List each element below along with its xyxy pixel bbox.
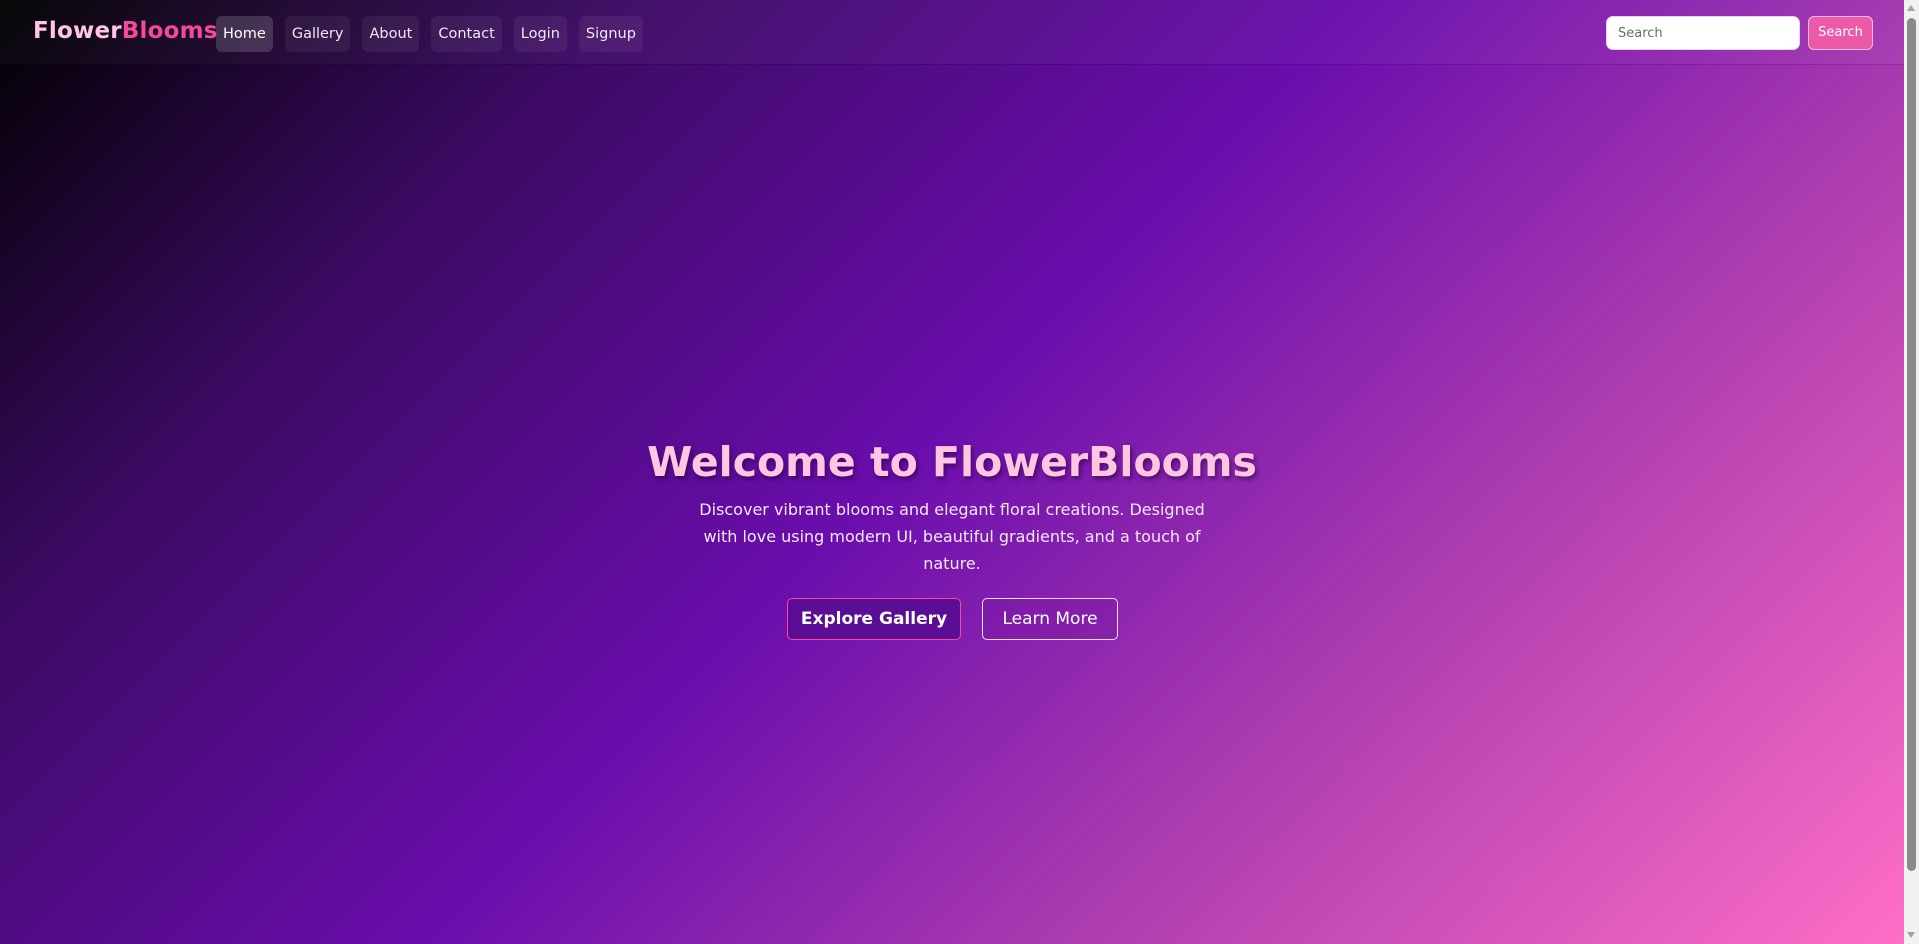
scroll-up-arrow-icon[interactable] [1907,5,1915,11]
nav-link-home[interactable]: Home [216,16,273,52]
explore-gallery-button[interactable]: Explore Gallery [787,598,961,640]
brand-logo[interactable]: FlowerBlooms [33,18,218,44]
nav-link-contact[interactable]: Contact [431,16,502,52]
learn-more-button[interactable]: Learn More [982,598,1118,640]
nav-link-login[interactable]: Login [513,16,567,52]
scroll-thumb[interactable] [1907,18,1916,871]
navbar: FlowerBlooms Home Gallery About Contact … [0,0,1904,64]
page-background: FlowerBlooms Home Gallery About Contact … [0,0,1904,944]
nav-link-signup[interactable]: Signup [578,16,643,52]
brand-name-part2: Blooms [121,18,218,44]
scroll-down-arrow-icon[interactable] [1907,932,1915,938]
vertical-scrollbar[interactable] [1904,0,1919,944]
nav-links: Home Gallery About Contact Login Signup [216,16,643,52]
brand-name-part1: Flower [33,18,122,44]
hero-title: Welcome to FlowerBlooms [647,438,1257,486]
search-input[interactable] [1606,16,1800,50]
nav-link-about[interactable]: About [362,16,420,52]
hero-description: Discover vibrant blooms and elegant flor… [699,500,1205,573]
nav-link-gallery[interactable]: Gallery [284,16,351,52]
search-button[interactable]: Search [1808,16,1873,50]
